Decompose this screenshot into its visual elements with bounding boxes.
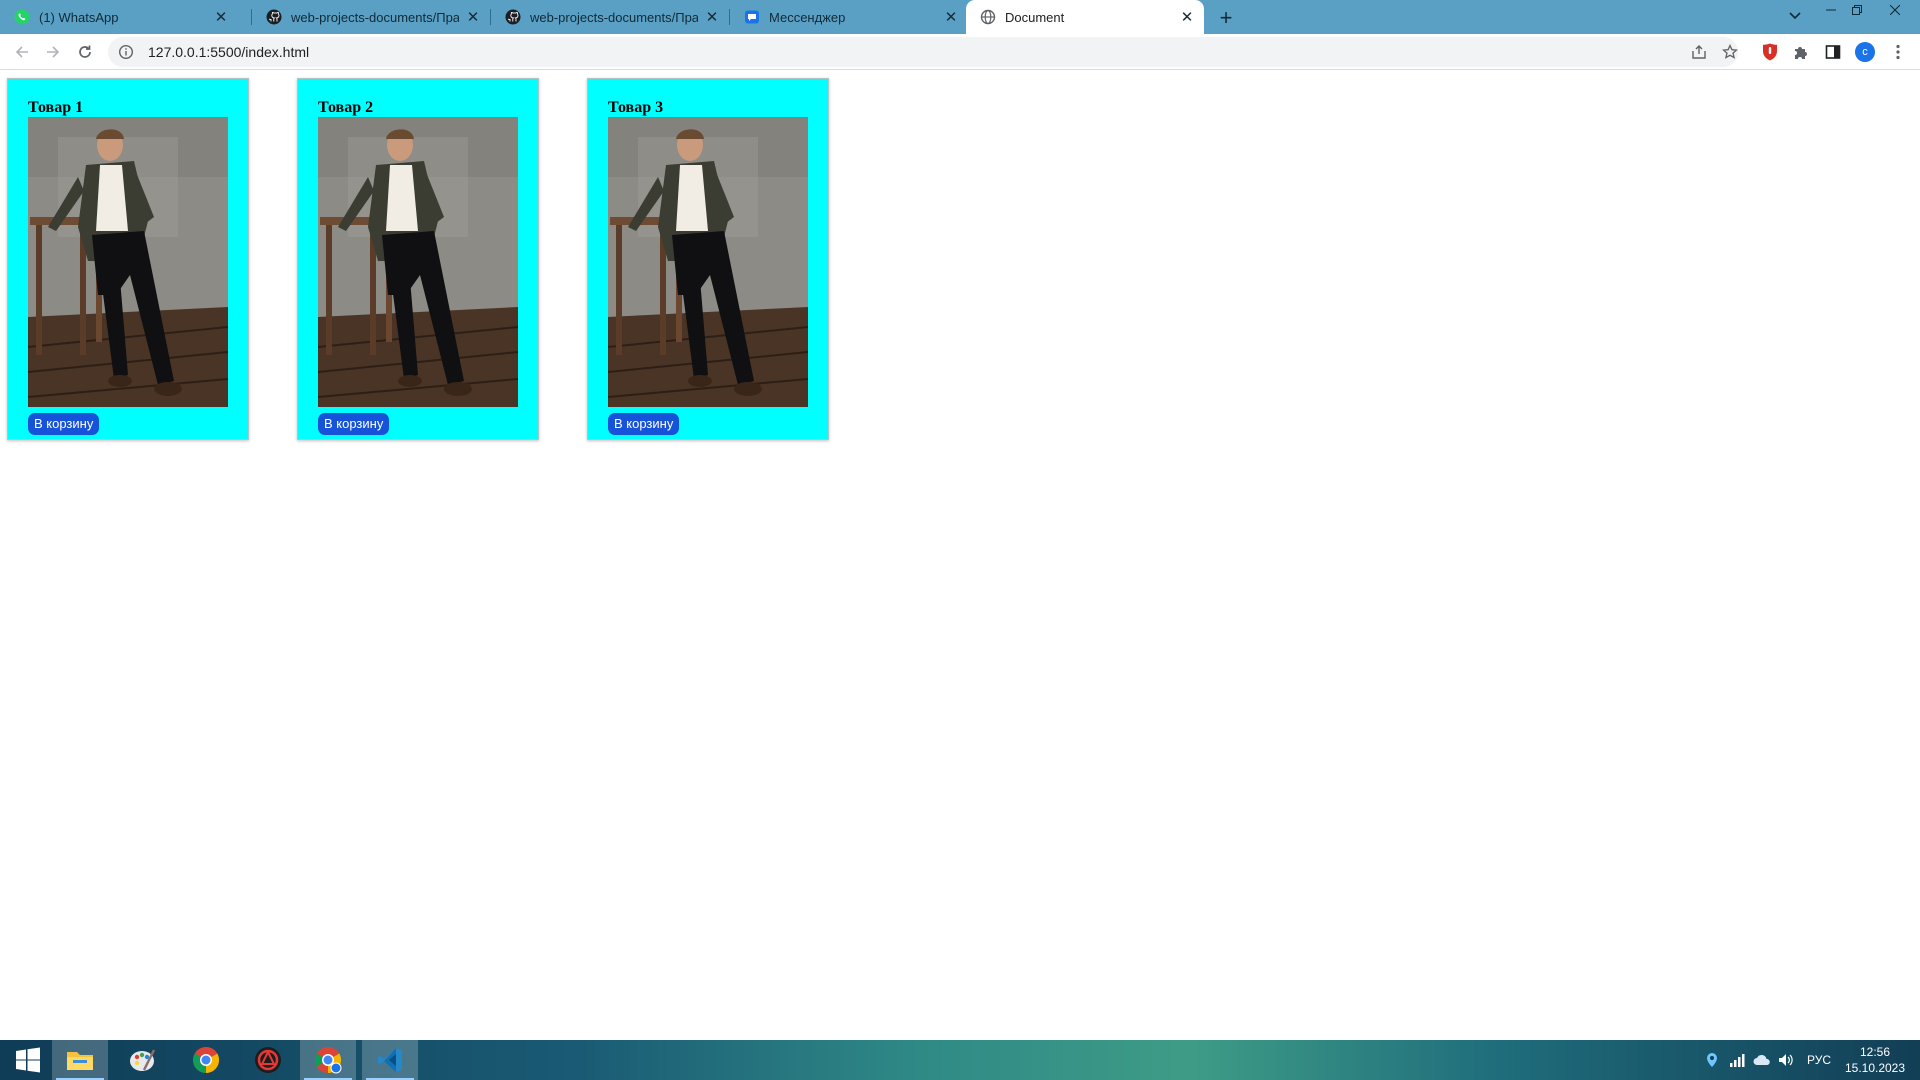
add-to-cart-button[interactable]: В корзину [28, 413, 100, 435]
url-text: 127.0.0.1:5500/index.html [148, 44, 310, 60]
tab-github-2[interactable]: web-projects-documents/Практи ✕ [491, 0, 729, 34]
tab-title: web-projects-documents/Практи [291, 9, 459, 25]
profile-initial: c [1855, 42, 1875, 62]
product-card: Товар 1 В корзину [7, 78, 249, 440]
tab-title: web-projects-documents/Практи [530, 9, 698, 25]
github-icon [505, 9, 521, 25]
browser-toolbar: 127.0.0.1:5500/index.html c [0, 34, 1920, 70]
extensions-puzzle-icon[interactable] [1789, 40, 1813, 64]
close-icon[interactable]: ✕ [943, 9, 959, 25]
tab-title: (1) WhatsApp [39, 9, 119, 25]
language-indicator[interactable]: РУС [1800, 1040, 1838, 1080]
onedrive-cloud-icon[interactable] [1750, 1040, 1774, 1080]
add-to-cart-button[interactable]: В корзину [608, 413, 680, 435]
product-photo [28, 117, 228, 407]
address-bar[interactable]: 127.0.0.1:5500/index.html [108, 37, 1738, 67]
tab-github-1[interactable]: web-projects-documents/Практи ✕ [252, 0, 490, 34]
restore-icon[interactable] [1842, 0, 1872, 20]
side-panel-icon[interactable] [1821, 40, 1845, 64]
paint-icon[interactable] [114, 1040, 170, 1080]
product-card: Товар 3 В корзину [587, 78, 829, 440]
new-tab-button[interactable]: + [1213, 5, 1239, 31]
product-card: Товар 2 В корзину [297, 78, 539, 440]
product-title: Товар 3 [608, 99, 664, 116]
tab-messenger[interactable]: Мессенджер ✕ [730, 0, 968, 34]
clock-date: 15.10.2023 [1844, 1061, 1906, 1075]
file-explorer-icon[interactable] [52, 1040, 108, 1080]
tab-title: Мессенджер [769, 9, 846, 25]
github-icon [266, 9, 282, 25]
adblock-extension-icon[interactable] [1758, 40, 1782, 64]
volume-icon[interactable] [1774, 1040, 1798, 1080]
clock[interactable]: 12:56 15.10.2023 [1840, 1044, 1910, 1076]
page-content: Товар 1 В корзину Товар 2 В корзину Това… [0, 71, 1920, 1040]
bookmark-star-icon[interactable] [1715, 37, 1745, 67]
chrome-profile-icon[interactable] [300, 1040, 356, 1080]
close-icon[interactable]: ✕ [213, 9, 229, 25]
clock-time: 12:56 [1859, 1045, 1891, 1059]
network-signal-icon[interactable] [1726, 1040, 1750, 1080]
tab-search-icon[interactable] [1780, 6, 1810, 26]
share-icon[interactable] [1684, 37, 1714, 67]
windows-taskbar: РУС 12:56 15.10.2023 [0, 1040, 1920, 1080]
kebab-menu-icon[interactable] [1886, 40, 1910, 64]
start-icon[interactable] [0, 1040, 56, 1080]
back-icon[interactable] [8, 38, 36, 66]
forward-icon[interactable] [39, 38, 67, 66]
tab-whatsapp[interactable]: (1) WhatsApp ✕ [0, 0, 238, 34]
chrome-icon[interactable] [178, 1040, 234, 1080]
messenger-icon [744, 9, 760, 25]
antivirus-icon[interactable] [240, 1040, 296, 1080]
close-icon[interactable]: ✕ [704, 9, 720, 25]
add-to-cart-button[interactable]: В корзину [318, 413, 390, 435]
vscode-icon[interactable] [362, 1040, 418, 1080]
location-icon[interactable] [1700, 1040, 1724, 1080]
reload-icon[interactable] [71, 38, 99, 66]
profile-avatar[interactable]: c [1853, 40, 1877, 64]
globe-icon [980, 9, 996, 25]
product-photo [608, 117, 808, 407]
close-icon[interactable]: ✕ [1179, 9, 1195, 25]
close-window-icon[interactable] [1880, 0, 1910, 20]
whatsapp-icon [14, 9, 30, 25]
close-icon[interactable]: ✕ [465, 9, 481, 25]
tab-document[interactable]: Document ✕ [966, 0, 1204, 34]
tab-strip: (1) WhatsApp ✕ web-projects-documents/Пр… [0, 0, 1920, 34]
info-icon[interactable] [118, 44, 134, 60]
product-title: Товар 1 [28, 99, 84, 116]
product-title: Товар 2 [318, 99, 374, 116]
product-photo [318, 117, 518, 407]
tab-title: Document [1005, 9, 1065, 25]
